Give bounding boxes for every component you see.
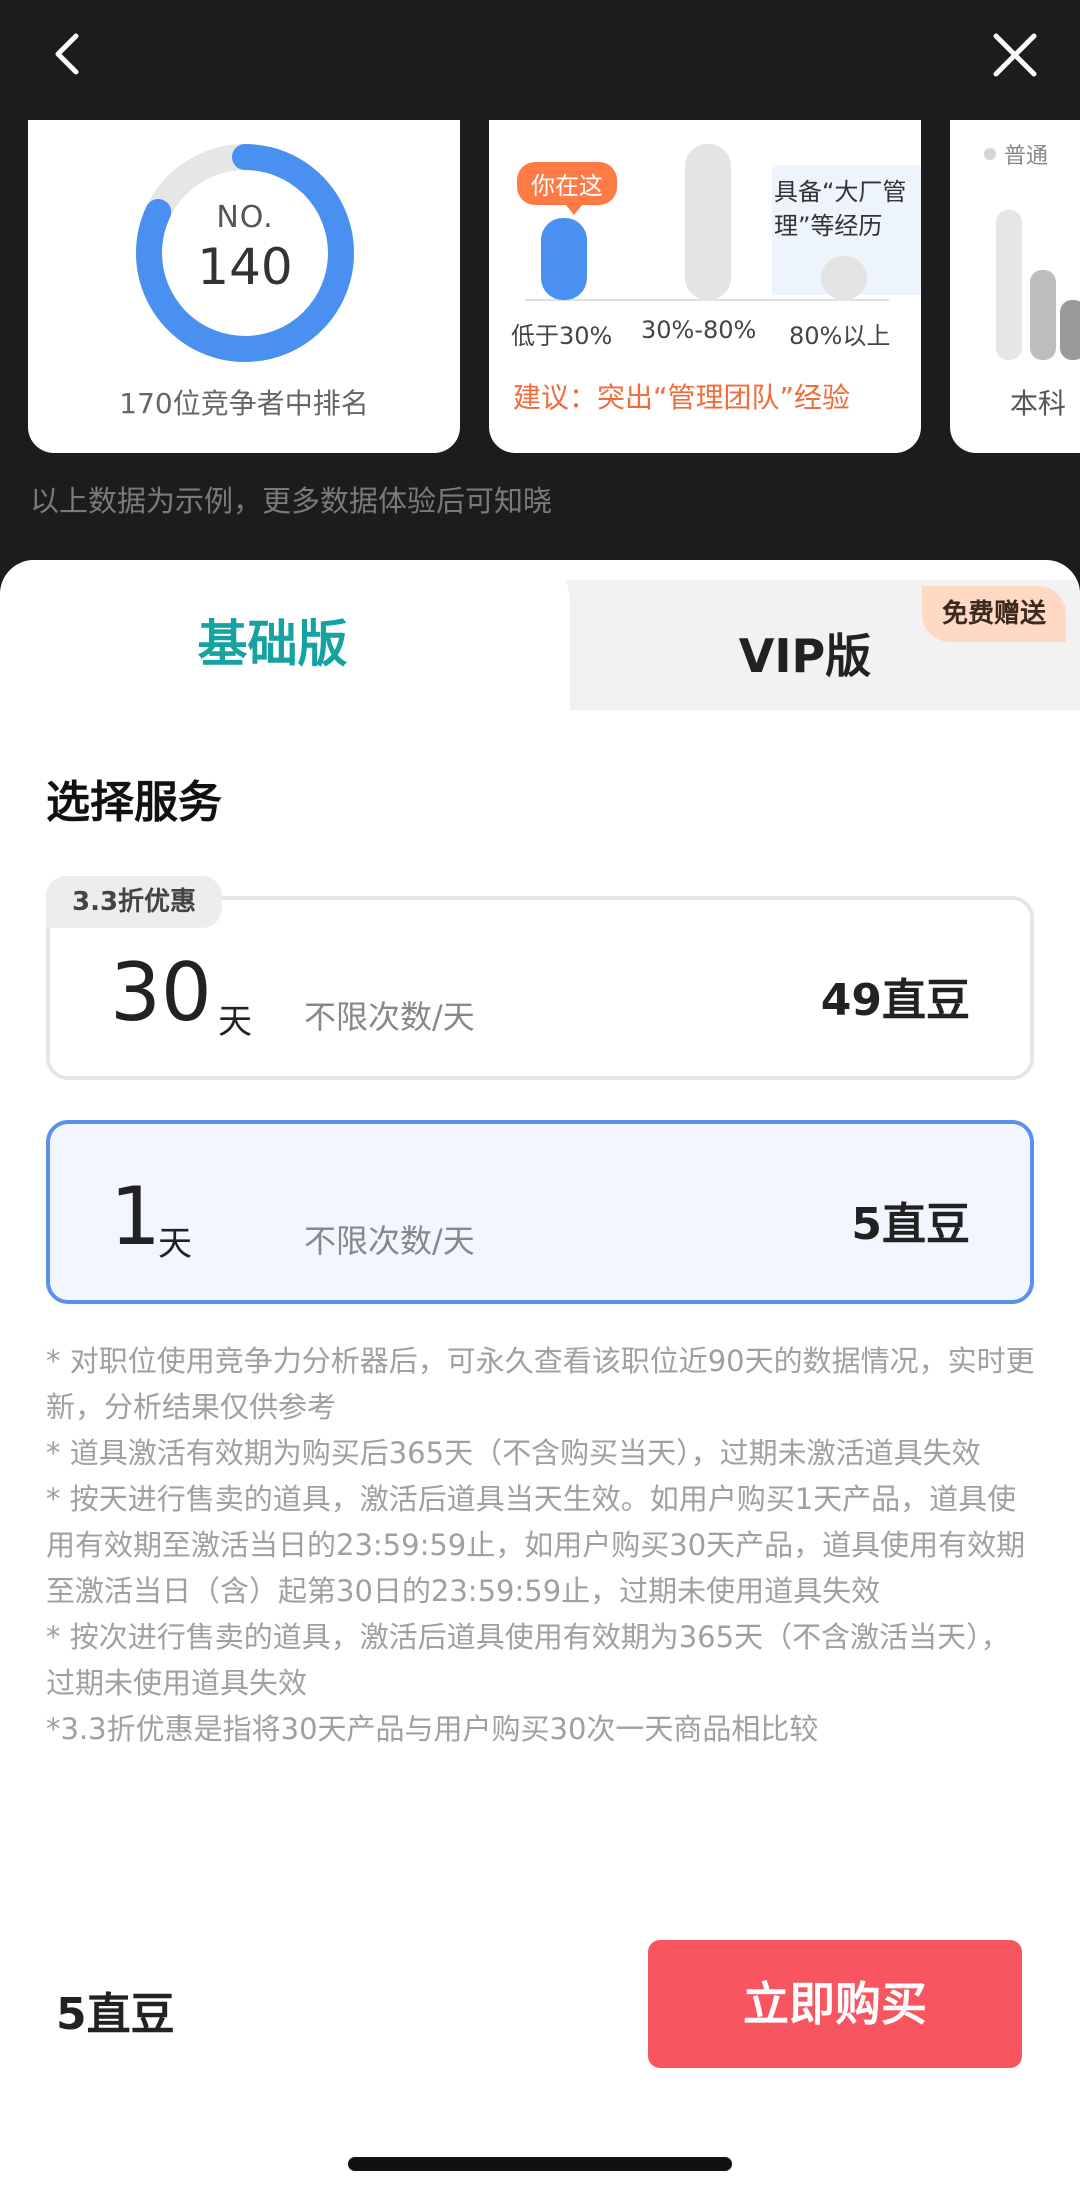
sample-data-note: 以上数据为示例，更多数据体验后可知晓 xyxy=(30,484,553,518)
plan-unit: 天 xyxy=(158,1224,192,1264)
you-are-here-bubble: 你在这 xyxy=(517,162,617,215)
note-item: *3.3折优惠是指将30天产品与用户购买30次一天商品相比较 xyxy=(46,1712,819,1746)
education-label: 本科 xyxy=(1010,387,1067,420)
experience-hint: 具备“大厂管理”等经历 xyxy=(774,178,907,240)
rank-caption: 170位竞争者中排名 xyxy=(119,387,369,420)
total-price: 5直豆 xyxy=(56,1989,175,2040)
bar-high xyxy=(821,256,867,300)
bar-low xyxy=(541,218,587,300)
tab-vip-label: VIP版 xyxy=(738,629,872,683)
home-indicator xyxy=(348,2157,732,2171)
rank-value: 140 xyxy=(197,238,293,296)
experience-tip: 建议：突出“管理团队”经验 xyxy=(513,381,851,414)
bar-mid xyxy=(685,144,731,300)
experience-card: 你在这 具备“大厂管理”等经历 低于30% 30%-80% 80%以上 建议：突… xyxy=(489,120,921,453)
close-icon[interactable] xyxy=(990,30,1040,80)
rank-card: NO. 140 170位竞争者中排名 xyxy=(28,120,460,453)
axis-label-high: 80%以上 xyxy=(789,322,891,350)
note-item: * 按天进行售卖的道具，激活后道具当天生效。如用户购买1天产品，道具使用有效期至… xyxy=(46,1482,1026,1608)
plan-price: 49直豆 xyxy=(820,975,970,1026)
purchase-sheet: 基础版 VIP版 免费赠送 选择服务 30 天 不限次数/天 49直豆 3.3折… xyxy=(0,560,1080,2191)
education-bar-chart xyxy=(996,210,1080,360)
section-title: 选择服务 xyxy=(46,777,222,828)
education-card: 普通 本科 xyxy=(950,120,1080,453)
rank-no-label: NO. xyxy=(216,200,274,235)
tab-basic-label: 基础版 xyxy=(197,615,348,673)
axis-label-mid: 30%-80% xyxy=(641,316,757,344)
note-item: * 道具激活有效期为购买后365天（不含购买当天），过期未激活道具失效 xyxy=(46,1436,981,1470)
buy-now-button[interactable]: 立即购买 xyxy=(648,1940,1022,2068)
plan-option-1-day[interactable]: 1 天 不限次数/天 5直豆 xyxy=(46,1120,1034,1304)
top-nav xyxy=(0,0,1080,120)
plan-desc: 不限次数/天 xyxy=(304,998,475,1036)
plan-unit: 天 xyxy=(218,1002,252,1042)
plan-days: 30 xyxy=(110,946,212,1039)
discount-tag: 3.3折优惠 xyxy=(46,876,223,928)
note-item: * 对职位使用竞争力分析器后，可永久查看该职位近90天的数据情况，实时更新，分析… xyxy=(46,1344,1035,1424)
plan-price: 5直豆 xyxy=(851,1199,970,1250)
terms-notes: * 对职位使用竞争力分析器后，可永久查看该职位近90天的数据情况，实时更新，分析… xyxy=(46,1338,1036,1752)
analysis-cards: NO. 140 170位竞争者中排名 你在这 具备“大厂管理”等经历 低于30%… xyxy=(0,120,1080,455)
plan-desc: 不限次数/天 xyxy=(304,1222,475,1260)
note-item: * 按次进行售卖的道具，激活后道具使用有效期为365天（不含激活当天），过期未使… xyxy=(46,1620,1010,1700)
axis-label-low: 低于30% xyxy=(511,322,613,350)
free-gift-badge: 免费赠送 xyxy=(922,586,1067,642)
chevron-left-icon[interactable] xyxy=(44,30,92,78)
plan-days: 1 xyxy=(110,1170,161,1263)
